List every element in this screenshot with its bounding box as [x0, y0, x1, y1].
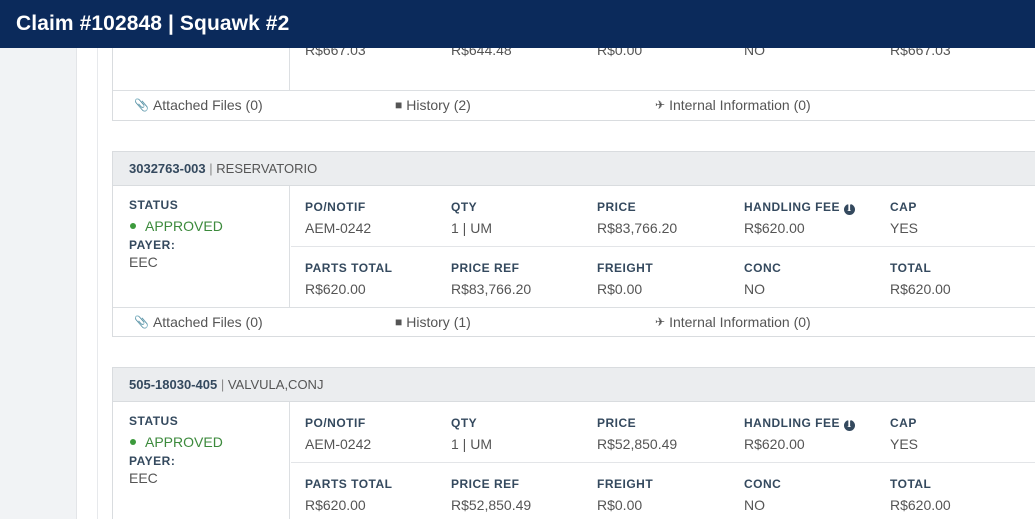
- total-label: TOTAL: [890, 261, 932, 275]
- left-rail: [0, 48, 76, 519]
- conc-label: CONC: [744, 477, 782, 491]
- page-title: Claim #102848 | Squawk #2: [16, 12, 290, 35]
- payer-label: PAYER:: [129, 454, 176, 468]
- internal-info-label: Internal Information (0): [669, 314, 811, 330]
- cap-value: YES: [890, 436, 919, 452]
- conc-label: CONC: [744, 261, 782, 275]
- handling-fee-label: HANDLING FEE: [744, 200, 840, 214]
- handling-fee-label: HANDLING FEE: [744, 416, 840, 430]
- handling-fee-label-wrap: HANDLING FEE i: [744, 200, 855, 215]
- price-value: R$52,850.49: [597, 436, 678, 452]
- part-description: RESERVATORIO: [216, 161, 318, 176]
- card-body: STATUS APPROVED PAYER: EEC PO/NOTIF AEM-…: [113, 402, 1035, 519]
- parts-total-label: PARTS TOTAL: [305, 477, 393, 491]
- price-ref-label: PRICE REF: [451, 477, 520, 491]
- part-card: 3032763-003 | RESERVATORIO STATUS APPROV…: [112, 151, 1035, 337]
- header-separator: |: [209, 161, 213, 176]
- page-header: Claim #102848 | Squawk #2: [0, 0, 1035, 48]
- card-header: 505-18030-405 | VALVULA,CONJ: [113, 368, 1035, 402]
- payer-label: PAYER:: [129, 238, 176, 252]
- price-ref-label: PRICE REF: [451, 261, 520, 275]
- po-notif-value: AEM-0242: [305, 436, 372, 452]
- part-description: VALVULA,CONJ: [227, 377, 324, 392]
- price-value: R$83,766.20: [597, 220, 678, 236]
- qty-label: QTY: [451, 200, 478, 214]
- freight-label: FREIGHT: [597, 261, 654, 275]
- qty-value: 1 | UM: [451, 220, 492, 236]
- status-label: STATUS: [129, 414, 179, 428]
- history-label: History (1): [406, 314, 471, 330]
- total-value: R$620.00: [890, 281, 951, 297]
- plane-icon: ✈: [655, 98, 666, 112]
- conc-value: NO: [744, 281, 765, 297]
- total-label: TOTAL: [890, 477, 932, 491]
- conc-value: NO: [744, 497, 765, 513]
- status-column: STATUS APPROVED PAYER: EEC: [113, 186, 290, 307]
- internal-info-label: Internal Information (0): [669, 97, 811, 113]
- info-icon[interactable]: i: [844, 204, 855, 215]
- cap-value: YES: [890, 220, 919, 236]
- totals-row: PARTS TOTAL R$620.00 PRICE REF R$83,766.…: [291, 247, 1035, 307]
- freight-value: R$0.00: [597, 281, 643, 297]
- history-label: History (2): [406, 97, 471, 113]
- part-card: 505-18030-405 | VALVULA,CONJ STATUS APPR…: [112, 367, 1035, 519]
- details-grid: PO/NOTIF AEM-0242 QTY 1 | UM PRICE R$52,…: [291, 402, 1035, 519]
- status-value: APPROVED: [145, 218, 223, 234]
- part-number: 3032763-003: [129, 161, 206, 176]
- cap-label: CAP: [890, 200, 917, 214]
- status-dot-icon: [130, 439, 136, 445]
- status-badge: APPROVED: [129, 218, 223, 234]
- history-link[interactable]: ■ History (1): [395, 314, 471, 330]
- cap-label: CAP: [890, 416, 917, 430]
- info-icon[interactable]: i: [844, 420, 855, 431]
- freight-value: R$0.00: [597, 497, 643, 513]
- parts-total-value: R$620.00: [305, 281, 366, 297]
- paperclip-icon: 📎: [134, 98, 149, 112]
- book-icon: ■: [395, 98, 403, 112]
- handling-fee-label-wrap: HANDLING FEE i: [744, 416, 855, 431]
- handling-fee-value: R$620.00: [744, 220, 805, 236]
- attached-files-label: Attached Files (0): [152, 97, 263, 113]
- price-ref-value: R$52,850.49: [451, 497, 532, 513]
- details-grid: PO/NOTIF AEM-0242 QTY 1 | UM PRICE R$83,…: [291, 186, 1035, 307]
- po-notif-label: PO/NOTIF: [305, 200, 366, 214]
- po-notif-label: PO/NOTIF: [305, 416, 366, 430]
- status-dot-icon: [130, 223, 136, 229]
- history-link[interactable]: ■ History (2): [395, 97, 471, 113]
- part-number: 505-18030-405: [129, 377, 218, 392]
- po-notif-value: AEM-0242: [305, 220, 372, 236]
- internal-info-link[interactable]: ✈ Internal Information (0): [655, 314, 811, 330]
- parts-total-label: PARTS TOTAL: [305, 261, 393, 275]
- status-value: APPROVED: [145, 434, 223, 450]
- totals-row: PARTS TOTAL R$620.00 PRICE REF R$52,850.…: [291, 463, 1035, 519]
- total-value: R$620.00: [890, 497, 951, 513]
- status-badge: APPROVED: [129, 434, 223, 450]
- price-label: PRICE: [597, 416, 637, 430]
- book-icon: ■: [395, 315, 403, 329]
- attached-files-link[interactable]: 📎 Attached Files (0): [134, 97, 263, 113]
- handling-fee-value: R$620.00: [744, 436, 805, 452]
- plane-icon: ✈: [655, 315, 666, 329]
- status-label: STATUS: [129, 198, 179, 212]
- card-body: STATUS APPROVED PAYER: EEC PO/NOTIF AEM-…: [113, 186, 1035, 307]
- details-row: PO/NOTIF AEM-0242 QTY 1 | UM PRICE R$52,…: [291, 402, 1035, 463]
- attached-files-link[interactable]: 📎 Attached Files (0): [134, 314, 263, 330]
- card-header: 3032763-003 | RESERVATORIO: [113, 152, 1035, 186]
- internal-info-link[interactable]: ✈ Internal Information (0): [655, 97, 811, 113]
- price-ref-value: R$83,766.20: [451, 281, 532, 297]
- header-separator: |: [220, 377, 225, 392]
- parts-total-value: R$620.00: [305, 497, 366, 513]
- price-label: PRICE: [597, 200, 637, 214]
- card-footer: 📎 Attached Files (0) ■ History (1) ✈ Int…: [113, 307, 1035, 337]
- payer-value: EEC: [129, 470, 158, 486]
- details-row: PO/NOTIF AEM-0242 QTY 1 | UM PRICE R$83,…: [291, 186, 1035, 247]
- freight-label: FREIGHT: [597, 477, 654, 491]
- qty-value: 1 | UM: [451, 436, 492, 452]
- qty-label: QTY: [451, 416, 478, 430]
- attached-files-label: Attached Files (0): [152, 314, 263, 330]
- status-column: STATUS APPROVED PAYER: EEC: [113, 402, 290, 519]
- paperclip-icon: 📎: [134, 315, 149, 329]
- card-footer: 📎 Attached Files (0) ■ History (2) ✈ Int…: [113, 90, 1035, 120]
- payer-value: EEC: [129, 254, 158, 270]
